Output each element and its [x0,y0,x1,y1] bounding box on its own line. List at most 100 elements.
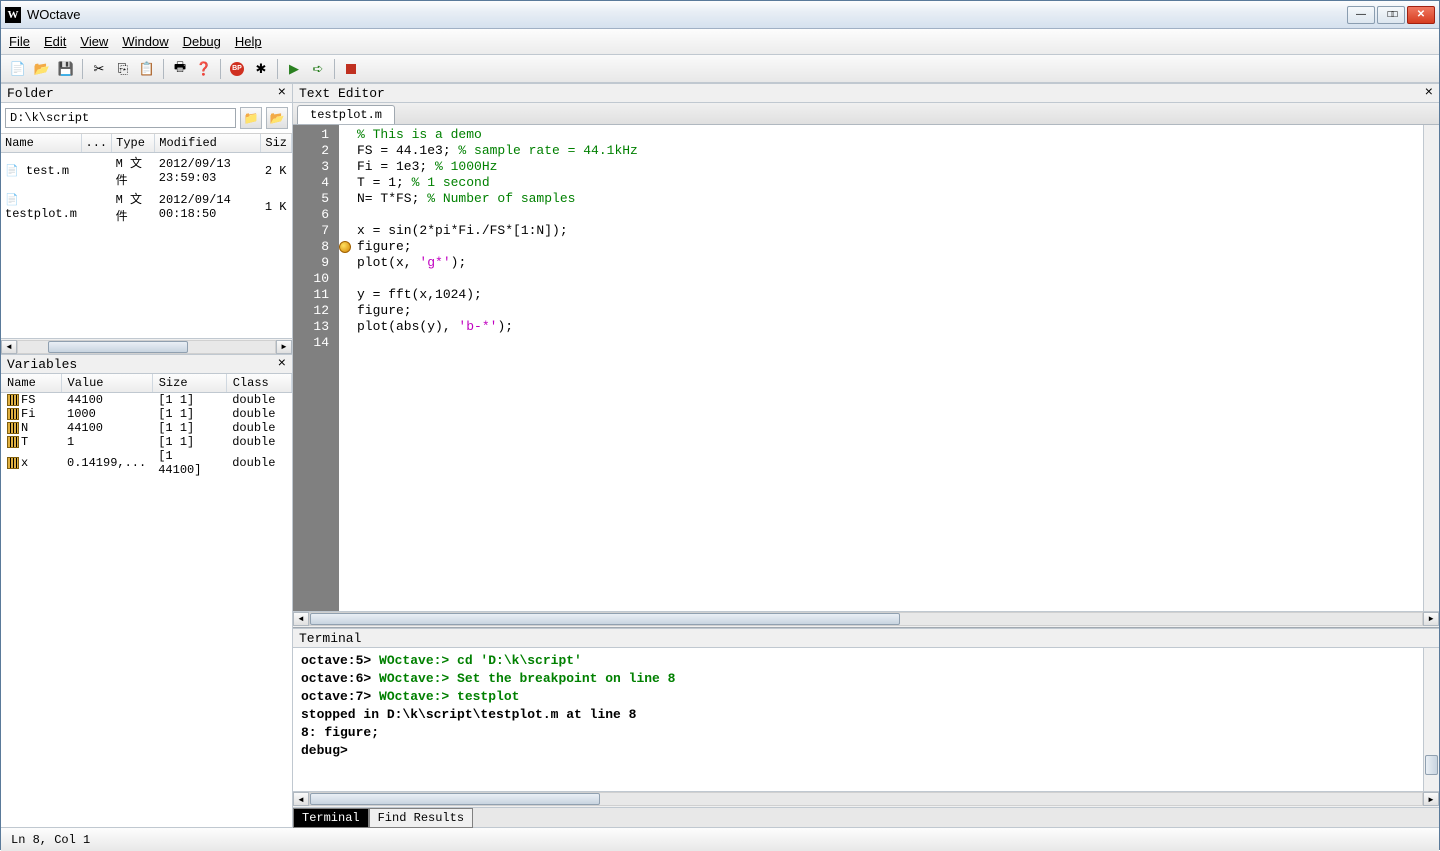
file-col-ext[interactable]: ... [81,134,112,153]
file-col-type[interactable]: Type [112,134,155,153]
code-line[interactable]: plot(x, 'g*'); [357,255,1439,271]
menu-edit[interactable]: Edit [44,34,66,49]
toolbar-separator [82,59,83,79]
folder-panel-title: Folder × [1,83,292,103]
code-line[interactable]: N= T*FS; % Number of samples [357,191,1439,207]
stop-square-icon[interactable] [340,58,362,80]
code-line[interactable]: figure; [357,303,1439,319]
scroll-right-icon[interactable]: ► [276,340,292,354]
menubar: File Edit View Window Debug Help [1,29,1439,55]
menu-help[interactable]: Help [235,34,262,49]
line-number[interactable]: 4 [293,175,339,191]
editor-tab[interactable]: testplot.m [297,105,395,124]
code-line[interactable] [357,207,1439,223]
up-folder-icon[interactable]: 📂 [266,107,288,129]
var-col-name[interactable]: Name [1,374,61,393]
line-number[interactable]: 9 [293,255,339,271]
line-number[interactable]: 3 [293,159,339,175]
terminal-vscrollbar[interactable] [1423,648,1439,791]
file-row[interactable]: 📄 testplot.mM 文件2012/09/14 00:18:501 K [1,189,292,225]
browse-folder-icon[interactable]: 📁 [240,107,262,129]
line-number[interactable]: 13 [293,319,339,335]
variable-row[interactable]: x0.14199,...[1 44100]double [1,449,292,477]
new-file-icon[interactable]: 📄 [7,58,29,80]
editor-vscrollbar[interactable] [1423,125,1439,611]
help-icon[interactable]: ❓ [193,58,215,80]
editor-panel-close[interactable]: × [1425,85,1433,101]
run-icon[interactable]: ▶ [283,58,305,80]
code-line[interactable]: x = sin(2*pi*Fi./FS*[1:N]); [357,223,1439,239]
variable-row[interactable]: T1[1 1]double [1,435,292,449]
terminal-output[interactable]: octave:5> WOctave:> cd 'D:\k\script'octa… [293,648,1439,791]
save-icon[interactable]: 💾 [55,58,77,80]
variable-row[interactable]: Fi1000[1 1]double [1,407,292,421]
menu-view[interactable]: View [80,34,108,49]
close-button[interactable] [1407,6,1435,24]
variable-row[interactable]: N44100[1 1]double [1,421,292,435]
code-line[interactable] [357,335,1439,351]
line-number[interactable]: 14 [293,335,339,351]
code-editor[interactable]: 1234567891011121314 % This is a demoFS =… [293,125,1439,627]
var-col-size[interactable]: Size [152,374,226,393]
line-number[interactable]: 12 [293,303,339,319]
var-col-class[interactable]: Class [226,374,291,393]
toolbar-separator [163,59,164,79]
line-number[interactable]: 5 [293,191,339,207]
app-icon: W [5,7,21,23]
menu-file[interactable]: File [9,34,30,49]
clear-breakpoints-icon[interactable]: ✱ [250,58,272,80]
code-line[interactable]: T = 1; % 1 second [357,175,1439,191]
line-number[interactable]: 11 [293,287,339,303]
find-results-tab[interactable]: Find Results [369,808,473,828]
window-title: WOctave [27,7,1347,22]
copy-icon[interactable]: ⎘ [112,58,134,80]
paste-icon[interactable]: 📋 [136,58,158,80]
folder-panel-close[interactable]: × [278,85,286,101]
scroll-right-icon[interactable]: ► [1423,792,1439,806]
line-number[interactable]: 8 [293,239,339,255]
file-col-modified[interactable]: Modified [155,134,261,153]
code-line[interactable] [357,271,1439,287]
file-col-size[interactable]: Siz [261,134,292,153]
line-number[interactable]: 1 [293,127,339,143]
scroll-left-icon[interactable]: ◄ [293,612,309,626]
code-line[interactable]: y = fft(x,1024); [357,287,1439,303]
var-col-value[interactable]: Value [61,374,152,393]
toolbar: 📄 📂 💾 ✂ ⎘ 📋 🖶 ❓ BP ✱ ▶ ➪ [1,55,1439,83]
folder-path-input[interactable] [5,108,236,128]
line-number[interactable]: 2 [293,143,339,159]
menu-debug[interactable]: Debug [183,34,221,49]
code-line[interactable]: % This is a demo [357,127,1439,143]
line-number[interactable]: 7 [293,223,339,239]
file-col-name[interactable]: Name [1,134,81,153]
line-number[interactable]: 6 [293,207,339,223]
code-line[interactable]: plot(abs(y), 'b-*'); [357,319,1439,335]
terminal-panel-title: Terminal [293,628,1439,648]
scroll-right-icon[interactable]: ► [1423,612,1439,626]
stop-icon[interactable]: BP [226,58,248,80]
terminal-hscrollbar[interactable]: ◄ ► [293,791,1439,807]
code-line[interactable]: Fi = 1e3; % 1000Hz [357,159,1439,175]
scroll-left-icon[interactable]: ◄ [293,792,309,806]
terminal-tab[interactable]: Terminal [293,808,369,828]
variables-panel-close[interactable]: × [278,356,286,372]
terminal-line: stopped in D:\k\script\testplot.m at lin… [301,706,1431,724]
editor-hscrollbar[interactable]: ◄ ► [293,611,1439,627]
window-controls [1347,6,1435,24]
variable-row[interactable]: FS44100[1 1]double [1,393,292,408]
scroll-left-icon[interactable]: ◄ [1,340,17,354]
file-row[interactable]: 📄 test.mM 文件2012/09/13 23:59:032 K [1,153,292,190]
code-line[interactable]: figure; [357,239,1439,255]
code-line[interactable]: FS = 44.1e3; % sample rate = 44.1kHz [357,143,1439,159]
minimize-button[interactable] [1347,6,1375,24]
breakpoint-icon[interactable] [339,241,351,253]
print-icon[interactable]: 🖶 [169,58,191,80]
open-file-icon[interactable]: 📂 [31,58,53,80]
maximize-button[interactable] [1377,6,1405,24]
file-table: Name ... Type Modified Siz 📄 test.mM 文件2… [1,134,292,225]
step-icon[interactable]: ➪ [307,58,329,80]
cut-icon[interactable]: ✂ [88,58,110,80]
line-number[interactable]: 10 [293,271,339,287]
file-scrollbar[interactable]: ◄ ► [1,338,292,354]
menu-window[interactable]: Window [122,34,168,49]
